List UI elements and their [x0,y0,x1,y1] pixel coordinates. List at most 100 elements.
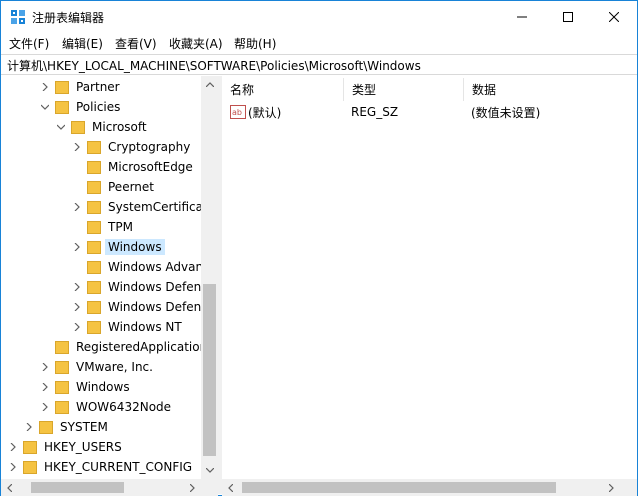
folder-icon [55,101,69,114]
folder-icon [87,221,101,234]
chevron-right-icon[interactable] [7,437,19,457]
column-type-header[interactable]: 类型 [344,78,464,101]
chevron-right-icon[interactable] [7,457,19,477]
minimize-button[interactable] [499,1,545,32]
folder-icon [87,241,101,254]
tree-item-label: Windows Advan [108,260,204,274]
chevron-down-icon[interactable] [39,97,51,117]
folder-icon [87,321,101,334]
tree-item[interactable]: HKEY_USERS [7,437,125,457]
tree-vertical-scroll-thumb[interactable] [203,284,216,456]
tree-item[interactable]: HKEY_CURRENT_CONFIG [7,457,195,477]
folder-icon [23,461,37,474]
regedit-app-icon [11,10,25,24]
tree-item[interactable]: Windows Defenc [71,297,211,317]
minimize-icon [517,16,527,17]
tree-item[interactable]: SystemCertificate [71,197,217,217]
chevron-right-icon[interactable] [71,137,83,157]
list-scroll-left-arrow[interactable] [222,479,239,496]
scroll-left-arrow[interactable] [1,479,18,496]
tree-item[interactable]: Microsoft [55,117,150,137]
svg-text:ab: ab [232,108,242,117]
folder-icon [87,181,101,194]
address-path[interactable]: 计算机\HKEY_LOCAL_MACHINE\SOFTWARE\Policies… [7,57,421,74]
chevron-down-icon[interactable] [55,117,67,137]
tree-item[interactable]: Partner [39,77,123,97]
tree-item[interactable]: Windows Defenc [71,277,211,297]
tree-horizontal-scroll-thumb[interactable] [31,482,124,493]
tree-horizontal-scrollbar[interactable] [1,479,218,496]
tree-item[interactable]: Policies [39,97,123,117]
tree-item[interactable]: Peernet [71,177,157,197]
tree-item[interactable]: MicrosoftEdge [71,157,196,177]
menu-bar: 文件(F) 编辑(E) 查看(V) 收藏夹(A) 帮助(H) [1,32,637,53]
scroll-up-arrow[interactable] [201,76,218,93]
chevron-right-icon[interactable] [39,397,51,417]
chevron-left-icon [228,483,233,492]
tree-item-label: Windows Defenc [108,280,208,294]
tree-item[interactable]: Cryptography [71,137,193,157]
folder-icon [55,81,69,94]
window-title: 注册表编辑器 [32,11,105,25]
folder-icon [55,361,69,374]
tree-item[interactable]: Windows [39,377,133,397]
chevron-up-icon [205,82,214,87]
chevron-right-icon [190,483,195,492]
menu-favorites[interactable]: 收藏夹(A) [169,35,223,52]
maximize-button[interactable] [545,1,591,32]
folder-icon [55,341,69,354]
tree-item[interactable]: Windows [71,237,165,257]
table-row[interactable]: ab (默认) REG_SZ (数值未设置) [222,102,637,122]
chevron-right-icon[interactable] [71,277,83,297]
scroll-down-arrow[interactable] [201,462,218,479]
tree-item[interactable]: Windows NT [71,317,185,337]
registry-editor-window: 注册表编辑器 文件(F) 编辑(E) 查看(V) 收藏夹(A) 帮助(H) 计算… [0,0,638,496]
list-scroll-right-arrow[interactable] [603,479,620,496]
tree-item[interactable]: SYSTEM [23,417,111,437]
chevron-right-icon[interactable] [39,357,51,377]
tree-item-label: Microsoft [92,120,147,134]
address-bar[interactable]: 计算机\HKEY_LOCAL_MACHINE\SOFTWARE\Policies… [1,54,637,75]
tree-item-label: MicrosoftEdge [108,160,193,174]
chevron-right-icon[interactable] [71,237,83,257]
chevron-right-icon[interactable] [39,77,51,97]
tree-vertical-scrollbar[interactable] [201,76,218,479]
tree-item-label: HKEY_CURRENT_CONFIG [44,460,193,474]
tree-item[interactable]: TPM [71,217,136,237]
close-icon [609,11,619,22]
tree-item-label: Cryptography [108,140,191,154]
chevron-right-icon[interactable] [71,197,83,217]
tree-item-label: Peernet [108,180,154,194]
tree-item[interactable]: RegisteredApplication [39,337,210,357]
list-horizontal-scroll-thumb[interactable] [242,482,556,493]
title-bar[interactable]: 注册表编辑器 [1,1,637,32]
maximize-icon [563,11,573,22]
menu-edit[interactable]: 编辑(E) [62,35,103,52]
menu-view[interactable]: 查看(V) [115,35,157,52]
tree-item-label: Partner [76,80,120,94]
tree-item[interactable]: Windows Advan [71,257,206,277]
tree-item[interactable]: WOW6432Node [39,397,174,417]
menu-file[interactable]: 文件(F) [9,35,49,52]
tree-item-label: WOW6432Node [76,400,172,414]
chevron-left-icon [7,483,12,492]
column-data-header[interactable]: 数据 [464,78,636,101]
chevron-right-icon[interactable] [71,297,83,317]
chevron-right-icon[interactable] [39,377,51,397]
list-horizontal-scrollbar[interactable] [222,479,637,496]
tree-item-label: Policies [76,100,121,114]
column-name-header[interactable]: 名称 [222,78,344,101]
chevron-right-icon[interactable] [23,417,35,437]
chevron-right-icon[interactable] [71,317,83,337]
tree-item-label: Windows [105,239,165,255]
tree-item[interactable]: VMware, Inc. [39,357,156,377]
scroll-right-arrow[interactable] [184,479,201,496]
close-button[interactable] [591,1,637,32]
value-type: REG_SZ [351,105,399,119]
menu-help[interactable]: 帮助(H) [234,35,276,52]
folder-icon [87,261,101,274]
folder-icon [87,201,101,214]
key-tree: Partner Policies Microsoft Cryptography Micr… [1,76,218,479]
